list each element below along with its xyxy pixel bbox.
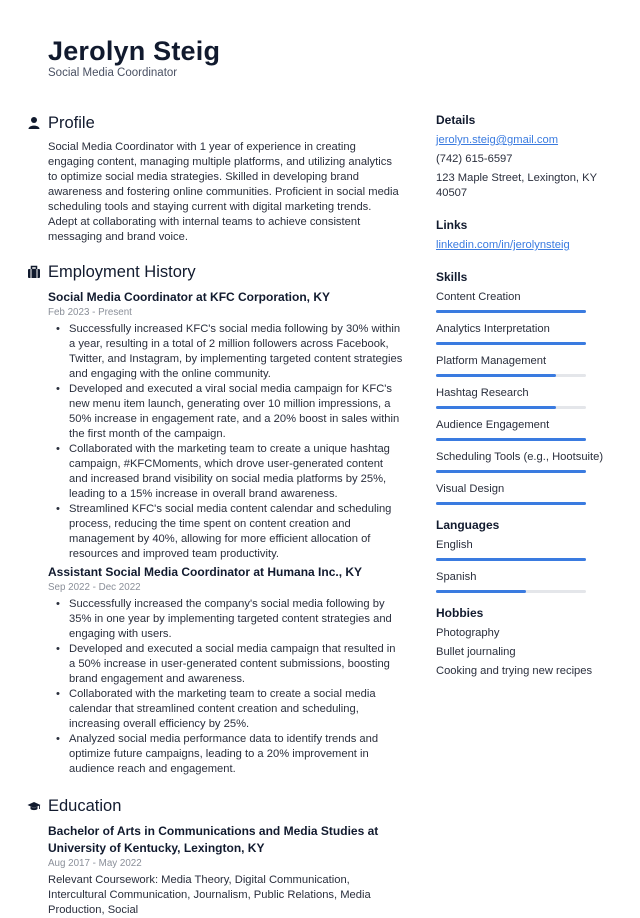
profile-heading: Profile (28, 112, 403, 134)
hobby-item: Photography (436, 627, 500, 639)
skill-label: Content Creation (436, 291, 521, 303)
skill-item: Audience Engagement (436, 418, 621, 441)
education-coursework: Relevant Coursework: Media Theory, Digit… (48, 874, 371, 916)
main-column: Profile Social Media Coordinator with 1 … (27, 112, 403, 918)
skill-item: Analytics Interpretation (436, 322, 621, 345)
education-entry: Bachelor of Arts in Communications and M… (48, 823, 403, 918)
language-level-fill (436, 558, 586, 561)
hobby-item: Bullet journaling (436, 646, 516, 658)
skill-item: Visual Design (436, 482, 621, 505)
languages-list: English Spanish (436, 538, 621, 593)
skill-level-bar (436, 470, 586, 473)
language-label: English (436, 539, 473, 551)
skill-label: Platform Management (436, 355, 547, 367)
job-entry: Social Media Coordinator at KFC Corporat… (48, 289, 403, 562)
job-bullet: Streamlined KFC's social media content c… (56, 502, 403, 562)
language-level-bar (436, 558, 586, 561)
skill-level-fill (436, 406, 556, 409)
linkedin-link[interactable]: linkedin.com/in/jerolynsteig (436, 238, 621, 253)
job-dates: Feb 2023 - Present (48, 307, 132, 318)
skills-heading: Skills (436, 270, 468, 284)
skill-level-fill (436, 438, 586, 441)
skill-level-bar (436, 342, 586, 345)
skill-level-bar (436, 374, 586, 377)
language-level-fill (436, 590, 526, 593)
skill-label: Hashtag Research (436, 387, 529, 399)
skills-section: Skills Content Creation Analytics Interpr… (436, 269, 621, 505)
skill-level-bar (436, 502, 586, 505)
education-dates: Aug 2017 - May 2022 (48, 858, 142, 869)
skill-label: Audience Engagement (436, 419, 550, 431)
graduation-cap-icon (27, 802, 41, 811)
employment-heading: Employment History (28, 261, 403, 283)
skill-item: Platform Management (436, 354, 621, 377)
job-bullet: Analyzed social media performance data t… (56, 732, 403, 777)
skill-item: Content Creation (436, 290, 621, 313)
skill-label: Visual Design (436, 483, 505, 495)
job-entry: Assistant Social Media Coordinator at Hu… (48, 564, 403, 777)
job-bullet: Collaborated with the marketing team to … (56, 687, 403, 732)
briefcase-icon (28, 265, 40, 278)
skill-item: Scheduling Tools (e.g., Hootsuite) (436, 450, 621, 473)
details-heading: Details (436, 113, 476, 127)
profile-heading-text: Profile (48, 114, 95, 132)
job-bullet: Successfully increased KFC's social medi… (56, 322, 403, 382)
languages-section: Languages English Spanish (436, 517, 621, 593)
email-link[interactable]: jerolyn.steig@gmail.com (436, 133, 621, 148)
education-heading-text: Education (48, 797, 122, 815)
skill-level-fill (436, 502, 586, 505)
job-title: Assistant Social Media Coordinator at Hu… (48, 565, 363, 579)
language-item: English (436, 538, 621, 561)
address: 123 Maple Street, Lexington, KY 40507 (436, 172, 597, 199)
skill-label: Scheduling Tools (e.g., Hootsuite) (436, 451, 604, 463)
hobby-item: Cooking and trying new recipes (436, 665, 593, 677)
profile-section: Profile Social Media Coordinator with 1 … (28, 112, 403, 245)
degree-title: Bachelor of Arts in Communications and M… (48, 824, 379, 855)
skill-level-fill (436, 310, 586, 313)
skills-list: Content Creation Analytics Interpretation… (436, 290, 621, 505)
job-bullet: Developed and executed a social media ca… (56, 642, 403, 687)
sidebar-column: Details jerolyn.steig@gmail.com (742) 61… (436, 112, 621, 683)
language-label: Spanish (436, 571, 477, 583)
skill-level-fill (436, 374, 556, 377)
job-bullet: Collaborated with the marketing team to … (56, 442, 403, 502)
job-title: Social Media Coordinator at KFC Corporat… (48, 290, 331, 304)
education-heading: Education (27, 795, 403, 817)
skill-level-bar (436, 310, 586, 313)
job-bullets: Successfully increased KFC's social medi… (48, 322, 403, 562)
job-bullets: Successfully increased the company's soc… (48, 597, 403, 777)
skill-level-fill (436, 342, 586, 345)
job-dates: Sep 2022 - Dec 2022 (48, 582, 141, 593)
links-section: Links linkedin.com/in/jerolynsteig (436, 217, 621, 253)
language-level-bar (436, 590, 586, 593)
education-section: Education Bachelor of Arts in Communicat… (27, 795, 403, 918)
hobbies-section: Hobbies Photography Bullet journaling Co… (436, 605, 621, 679)
details-section: Details jerolyn.steig@gmail.com (742) 61… (436, 112, 621, 201)
hobbies-heading: Hobbies (436, 606, 484, 620)
links-heading: Links (436, 218, 468, 232)
job-bullet: Successfully increased the company's soc… (56, 597, 403, 642)
person-icon (28, 117, 40, 129)
skill-level-bar (436, 406, 586, 409)
employment-section: Employment History Social Media Coordina… (28, 261, 403, 777)
candidate-title: Social Media Coordinator (48, 67, 178, 79)
skill-level-bar (436, 438, 586, 441)
job-bullet: Developed and executed a viral social me… (56, 382, 403, 442)
skill-level-fill (436, 470, 586, 473)
skill-label: Analytics Interpretation (436, 323, 550, 335)
profile-summary: Social Media Coordinator with 1 year of … (48, 141, 399, 243)
employment-heading-text: Employment History (48, 263, 196, 281)
skill-item: Hashtag Research (436, 386, 621, 409)
phone-number: (742) 615-6597 (436, 153, 513, 165)
candidate-name: Jerolyn Steig (48, 36, 221, 66)
languages-heading: Languages (436, 518, 500, 532)
language-item: Spanish (436, 570, 621, 593)
